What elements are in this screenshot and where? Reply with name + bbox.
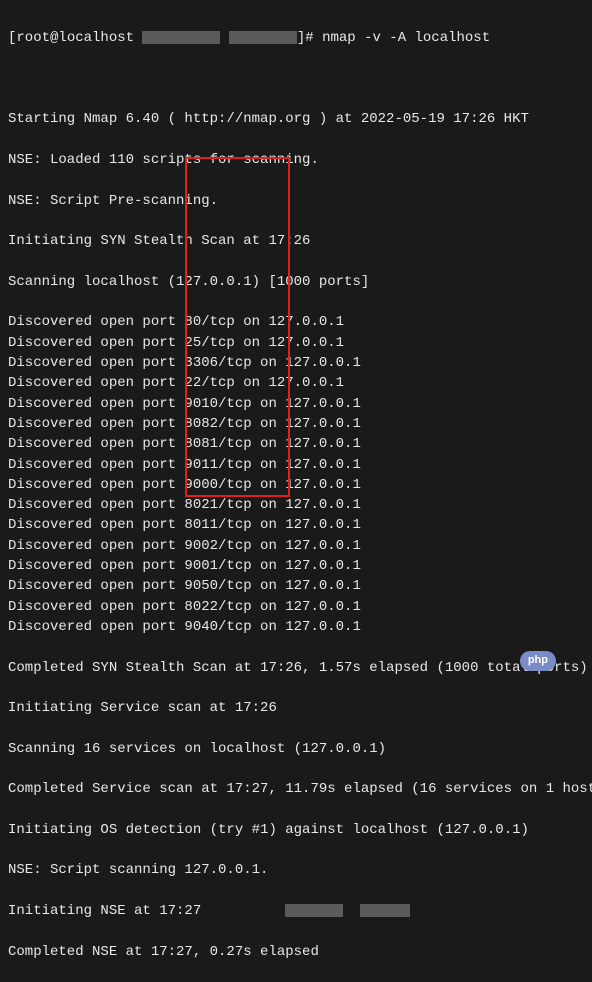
discovered-port-line: Discovered open port 9011/tcp on 127.0.0… — [8, 455, 584, 475]
discovered-port-line: Discovered open port 80/tcp on 127.0.0.1 — [8, 312, 584, 332]
prompt-suffix: ]# — [297, 30, 314, 46]
output-line: Initiating Service scan at 17:26 — [8, 698, 584, 718]
prompt-host: localhost — [58, 30, 134, 46]
redacted-block — [142, 31, 220, 44]
redacted-block — [229, 31, 297, 44]
output-line: Starting Nmap 6.40 ( http://nmap.org ) a… — [8, 109, 584, 129]
discovered-port-line: Discovered open port 9010/tcp on 127.0.0… — [8, 394, 584, 414]
output-line: NSE: Loaded 110 scripts for scanning. — [8, 150, 584, 170]
discovered-port-line: Discovered open port 22/tcp on 127.0.0.1 — [8, 373, 584, 393]
discovered-port-line: Discovered open port 8082/tcp on 127.0.0… — [8, 414, 584, 434]
discovered-port-line: Discovered open port 3306/tcp on 127.0.0… — [8, 353, 584, 373]
discovered-port-line: Discovered open port 9050/tcp on 127.0.0… — [8, 576, 584, 596]
output-line: Initiating OS detection (try #1) against… — [8, 820, 584, 840]
discovered-port-line: Discovered open port 8021/tcp on 127.0.0… — [8, 495, 584, 515]
output-line: Completed SYN Stealth Scan at 17:26, 1.5… — [8, 658, 584, 678]
php-badge: php — [520, 651, 556, 671]
terminal-output: [root@localhost ]# nmap -v -A localhost … — [8, 8, 584, 982]
output-line: Completed Service scan at 17:27, 11.79s … — [8, 779, 584, 799]
discovered-port-line: Discovered open port 8011/tcp on 127.0.0… — [8, 515, 584, 535]
output-line: NSE: Script scanning 127.0.0.1. — [8, 860, 584, 880]
output-line: Scanning localhost (127.0.0.1) [1000 por… — [8, 272, 584, 292]
discovered-port-line: Discovered open port 9000/tcp on 127.0.0… — [8, 475, 584, 495]
discovered-port-line: Discovered open port 9001/tcp on 127.0.0… — [8, 556, 584, 576]
output-line: NSE: Script Pre-scanning. — [8, 191, 584, 211]
redacted-block — [360, 904, 410, 917]
discovered-ports-list: Discovered open port 80/tcp on 127.0.0.1… — [8, 312, 584, 637]
output-line: Initiating SYN Stealth Scan at 17:26 — [8, 231, 584, 251]
redacted-block — [285, 904, 343, 917]
command-text: nmap -v -A localhost — [322, 30, 490, 46]
prompt-user: root — [16, 30, 50, 46]
discovered-port-line: Discovered open port 8081/tcp on 127.0.0… — [8, 434, 584, 454]
output-line: Scanning 16 services on localhost (127.0… — [8, 739, 584, 759]
discovered-port-line: Discovered open port 9002/tcp on 127.0.0… — [8, 536, 584, 556]
discovered-port-line: Discovered open port 9040/tcp on 127.0.0… — [8, 617, 584, 637]
output-line: Initiating NSE at 17:27 — [8, 901, 584, 921]
discovered-port-line: Discovered open port 8022/tcp on 127.0.0… — [8, 597, 584, 617]
prompt-line[interactable]: [root@localhost ]# nmap -v -A localhost — [8, 28, 584, 48]
output-line: Completed NSE at 17:27, 0.27s elapsed — [8, 942, 584, 962]
discovered-port-line: Discovered open port 25/tcp on 127.0.0.1 — [8, 333, 584, 353]
